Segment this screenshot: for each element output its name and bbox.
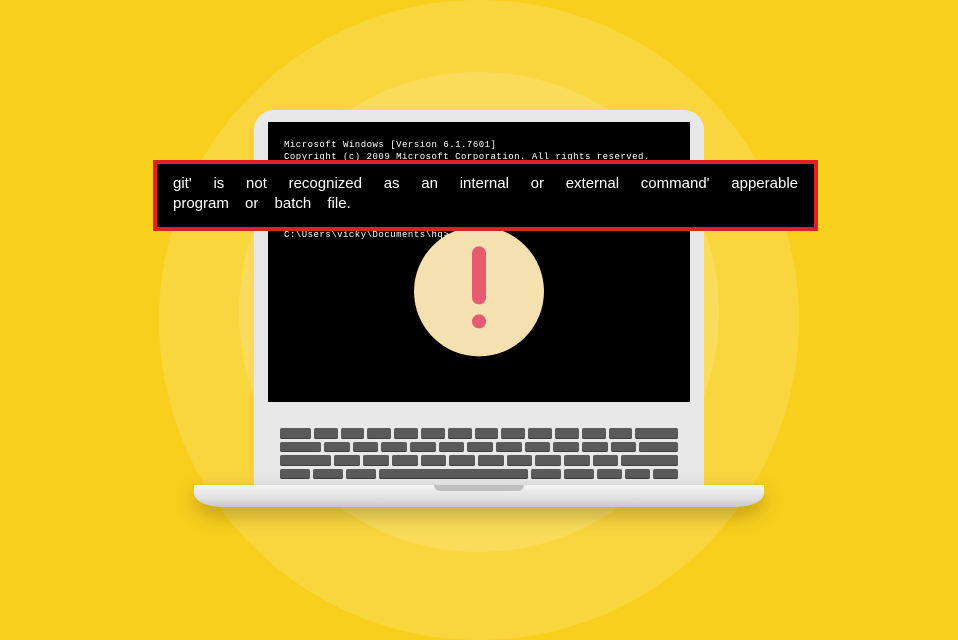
laptop-base [194,485,764,507]
exclamation-body [472,246,486,304]
laptop-keyboard-deck [254,420,704,485]
exclamation-dot [472,314,486,328]
laptop-screen-bezel: Microsoft Windows [Version 6.1.7601] Cop… [254,110,704,420]
terminal-version-line: Microsoft Windows [Version 6.1.7601] [284,140,496,150]
error-message-callout: git' is not recognized as an internal or… [153,160,818,231]
keyboard-keys [280,428,678,479]
laptop-illustration: Microsoft Windows [Version 6.1.7601] Cop… [254,110,704,507]
terminal-prompt: C:\Users\vicky\Documents\hq> [284,230,449,240]
laptop-hinge-notch [434,485,524,491]
error-message-text: git' is not recognized as an internal or… [173,175,798,212]
terminal-screen: Microsoft Windows [Version 6.1.7601] Cop… [268,122,690,402]
warning-icon [414,226,544,356]
